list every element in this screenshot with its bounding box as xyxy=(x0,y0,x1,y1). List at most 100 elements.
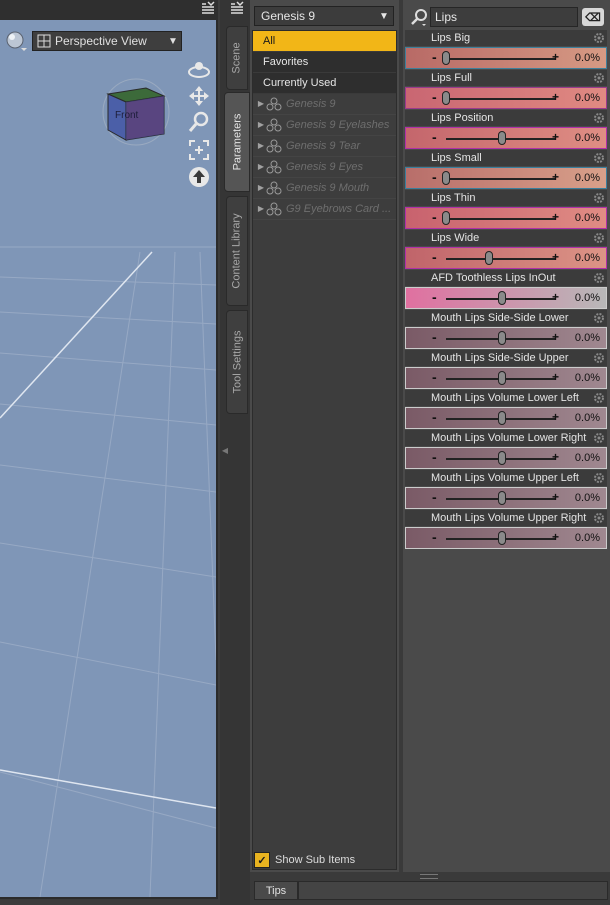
slider-control[interactable]: - +0.0% xyxy=(405,367,607,389)
slider-thumb[interactable] xyxy=(442,171,450,185)
view-cube[interactable]: Front xyxy=(100,76,172,146)
show-sub-items-checkbox[interactable]: ✓ xyxy=(254,852,270,868)
tab-tips[interactable]: Tips xyxy=(254,881,298,900)
gear-icon[interactable] xyxy=(593,312,605,324)
slider-value[interactable]: 0.0% xyxy=(575,532,600,544)
expand-arrow-icon[interactable]: ▶ xyxy=(256,136,266,156)
reset-view-icon[interactable] xyxy=(186,165,212,189)
search-icon[interactable] xyxy=(408,7,430,27)
slider-thumb[interactable] xyxy=(442,211,450,225)
pane-menu-icon[interactable] xyxy=(229,1,245,20)
slider-control[interactable]: - +0.0% xyxy=(405,407,607,429)
slider-value[interactable]: 0.0% xyxy=(575,172,600,184)
slider-thumb[interactable] xyxy=(498,131,506,145)
decrement-icon[interactable]: - xyxy=(432,330,437,344)
gear-icon[interactable] xyxy=(593,272,605,284)
increment-icon[interactable]: + xyxy=(552,371,559,383)
tree-node[interactable]: ▶ G9 Eyebrows Card ... xyxy=(253,199,396,220)
gear-icon[interactable] xyxy=(593,352,605,364)
show-sub-items[interactable]: ✓ Show Sub Items xyxy=(254,851,355,869)
expand-arrow-icon[interactable]: ▶ xyxy=(256,157,266,177)
slider-value[interactable]: 0.0% xyxy=(575,92,600,104)
tree-node[interactable]: ▶ Genesis 9 Eyelashes xyxy=(253,115,396,136)
figure-select[interactable]: Genesis 9 ▼ xyxy=(254,6,394,26)
tab-tool-settings[interactable]: Tool Settings xyxy=(226,310,248,414)
slider-value[interactable]: 0.0% xyxy=(575,132,600,144)
resize-grip[interactable] xyxy=(420,874,438,879)
slider-track[interactable] xyxy=(446,58,556,60)
camera-select[interactable]: Perspective View ▼ xyxy=(32,31,182,51)
slider-thumb[interactable] xyxy=(498,331,506,345)
decrement-icon[interactable]: - xyxy=(432,130,437,144)
slider-track[interactable] xyxy=(446,178,556,180)
tree-node[interactable]: ▶ Genesis 9 Mouth xyxy=(253,178,396,199)
slider-thumb[interactable] xyxy=(498,291,506,305)
expand-arrow-icon[interactable]: ▶ xyxy=(256,115,266,135)
tree-node[interactable]: ▶ Genesis 9 Tear xyxy=(253,136,396,157)
slider-value[interactable]: 0.0% xyxy=(575,412,600,424)
slider-thumb[interactable] xyxy=(498,371,506,385)
slider-thumb[interactable] xyxy=(484,251,493,265)
slider-control[interactable]: - +0.0% xyxy=(405,447,607,469)
slider-value[interactable]: 0.0% xyxy=(575,372,600,384)
slider-control[interactable]: - +0.0% xyxy=(405,247,607,269)
decrement-icon[interactable]: - xyxy=(432,530,437,544)
decrement-icon[interactable]: - xyxy=(432,90,437,104)
expand-arrow-icon[interactable]: ▶ xyxy=(256,199,266,219)
increment-icon[interactable]: + xyxy=(552,211,559,223)
gear-icon[interactable] xyxy=(593,512,605,524)
slider-value[interactable]: 0.0% xyxy=(575,52,600,64)
collapse-handle[interactable]: ◀ xyxy=(220,430,230,470)
frame-icon[interactable] xyxy=(186,138,212,162)
orbit-icon[interactable] xyxy=(186,58,212,82)
slider-value[interactable]: 0.0% xyxy=(575,292,600,304)
tab-scene[interactable]: Scene xyxy=(226,26,248,90)
slider-value[interactable]: 0.0% xyxy=(575,492,600,504)
gear-icon[interactable] xyxy=(593,32,605,44)
slider-track[interactable] xyxy=(446,218,556,220)
decrement-icon[interactable]: - xyxy=(432,50,437,64)
increment-icon[interactable]: + xyxy=(552,171,559,183)
tree-filter-all[interactable]: All xyxy=(253,31,396,52)
tab-content-library[interactable]: Content Library xyxy=(226,196,248,306)
search-input[interactable] xyxy=(430,7,578,27)
slider-control[interactable]: - +0.0% xyxy=(405,487,607,509)
expand-arrow-icon[interactable]: ▶ xyxy=(256,94,266,114)
increment-icon[interactable]: + xyxy=(552,91,559,103)
pane-divider[interactable] xyxy=(399,0,403,872)
slider-control[interactable]: - +0.0% xyxy=(405,527,607,549)
slider-control[interactable]: - +0.0% xyxy=(405,127,607,149)
decrement-icon[interactable]: - xyxy=(432,370,437,384)
tab-parameters[interactable]: Parameters xyxy=(224,92,250,192)
increment-icon[interactable]: + xyxy=(552,491,559,503)
slider-control[interactable]: - +0.0% xyxy=(405,327,607,349)
gear-icon[interactable] xyxy=(593,72,605,84)
gear-icon[interactable] xyxy=(593,192,605,204)
gear-icon[interactable] xyxy=(593,432,605,444)
increment-icon[interactable]: + xyxy=(552,451,559,463)
increment-icon[interactable]: + xyxy=(552,411,559,423)
decrement-icon[interactable]: - xyxy=(432,450,437,464)
gear-icon[interactable] xyxy=(593,232,605,244)
decrement-icon[interactable]: - xyxy=(432,170,437,184)
slider-control[interactable]: - +0.0% xyxy=(405,47,607,69)
expand-arrow-icon[interactable]: ▶ xyxy=(256,178,266,198)
decrement-icon[interactable]: - xyxy=(432,250,437,264)
slider-track[interactable] xyxy=(446,258,556,260)
slider-thumb[interactable] xyxy=(498,451,506,465)
slider-control[interactable]: - +0.0% xyxy=(405,87,607,109)
slider-thumb[interactable] xyxy=(498,411,506,425)
shading-sphere-icon[interactable] xyxy=(3,29,29,53)
zoom-icon[interactable] xyxy=(186,110,212,134)
decrement-icon[interactable]: - xyxy=(432,290,437,304)
decrement-icon[interactable]: - xyxy=(432,210,437,224)
increment-icon[interactable]: + xyxy=(552,531,559,543)
slider-control[interactable]: - +0.0% xyxy=(405,167,607,189)
slider-control[interactable]: - +0.0% xyxy=(405,207,607,229)
gear-icon[interactable] xyxy=(593,392,605,404)
gear-icon[interactable] xyxy=(593,112,605,124)
tree-node[interactable]: ▶ Genesis 9 xyxy=(253,94,396,115)
gear-icon[interactable] xyxy=(593,152,605,164)
panel-menu-icon[interactable] xyxy=(200,1,216,20)
pan-icon[interactable] xyxy=(186,84,212,108)
